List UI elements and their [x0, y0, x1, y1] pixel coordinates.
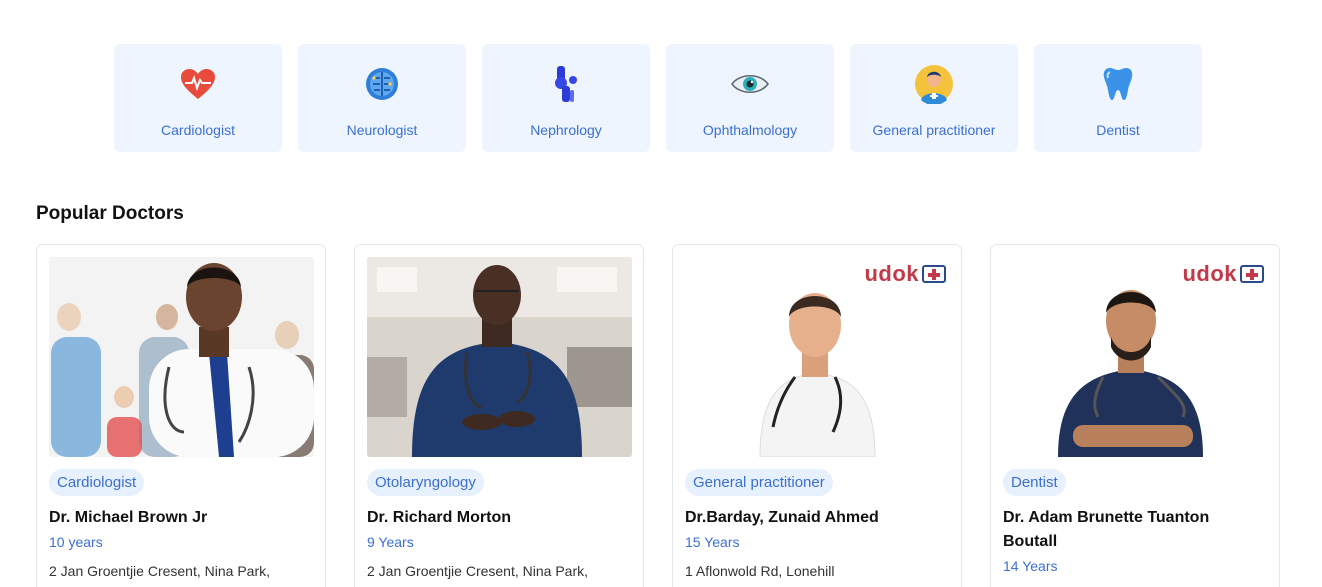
- doctor-specialty-tag: Dentist: [1003, 469, 1066, 496]
- doctor-name: Dr. Michael Brown Jr: [49, 509, 208, 526]
- doctor-card[interactable]: Cardiologist Dr. Michael Brown Jr 10 yea…: [36, 244, 326, 587]
- doctor-list: Cardiologist Dr. Michael Brown Jr 10 yea…: [36, 244, 1280, 587]
- doctor-address: 2 Jan Groentjie Cresent, Nina Park, Pret…: [367, 563, 588, 587]
- doctor-photo: udok: [685, 257, 950, 457]
- doctor-experience: 14 Years: [1003, 558, 1058, 574]
- udok-logo: udok: [864, 261, 946, 287]
- doctor-specialty-tag: Cardiologist: [49, 469, 145, 496]
- doctor-card[interactable]: udok Dentist Dr. Adam Brunette Tuanton B…: [990, 244, 1280, 587]
- doctor-photo: [49, 257, 314, 457]
- doctor-experience: 10 years: [49, 534, 103, 550]
- section-title-popular-doctors: Popular Doctors: [36, 203, 184, 224]
- doctor-specialty-tag: Otolaryngology: [367, 469, 484, 496]
- eye-icon: [730, 64, 770, 104]
- doctor-photo: [367, 257, 632, 457]
- doctor-experience: 9 Years: [367, 534, 414, 550]
- doctor-card[interactable]: udok General practitioner Dr.Barday, Zun…: [672, 244, 962, 587]
- medical-cross-icon: [1240, 265, 1264, 283]
- tooth-icon: [1098, 64, 1138, 104]
- specialty-label: General practitioner: [872, 122, 996, 138]
- doctor-photo: udok: [1003, 257, 1268, 457]
- udok-logo-text: udok: [864, 261, 919, 286]
- specialty-card-cardiologist[interactable]: Cardiologist: [114, 44, 282, 152]
- page: Cardiologist Neurologist Nephrology Opht…: [0, 0, 1322, 587]
- specialty-label: Cardiologist: [161, 122, 235, 138]
- udok-logo-text: udok: [1182, 261, 1237, 286]
- specialty-label: Ophthalmology: [702, 122, 798, 138]
- specialty-label: Nephrology: [530, 122, 602, 138]
- specialty-list: Cardiologist Neurologist Nephrology Opht…: [114, 44, 1202, 152]
- specialty-card-dentist[interactable]: Dentist: [1034, 44, 1202, 152]
- doctor-specialty-tag: General practitioner: [685, 469, 833, 496]
- knee-joint-icon: [546, 64, 586, 104]
- specialty-card-neurologist[interactable]: Neurologist: [298, 44, 466, 152]
- doctor-avatar-icon: [914, 64, 954, 104]
- doctor-address: 2 Jan Groentjie Cresent, Nina Park, Pret…: [49, 563, 270, 587]
- doctor-experience: 15 Years: [685, 534, 740, 550]
- brain-icon: [362, 64, 402, 104]
- heart-pulse-icon: [178, 64, 218, 104]
- specialty-label: Dentist: [1096, 122, 1140, 138]
- specialty-label: Neurologist: [346, 122, 418, 138]
- doctor-name: Dr. Adam Brunette Tuanton Boutall: [1003, 509, 1210, 550]
- doctor-card[interactable]: Otolaryngology Dr. Richard Morton 9 Year…: [354, 244, 644, 587]
- specialty-card-nephrology[interactable]: Nephrology: [482, 44, 650, 152]
- udok-logo: udok: [1182, 261, 1264, 287]
- specialty-card-ophthalmology[interactable]: Ophthalmology: [666, 44, 834, 152]
- doctor-address: 1 Aflonwold Rd, Lonehill: [685, 563, 835, 579]
- specialty-card-general-practitioner[interactable]: General practitioner: [850, 44, 1018, 152]
- medical-cross-icon: [922, 265, 946, 283]
- doctor-name: Dr.Barday, Zunaid Ahmed: [685, 509, 879, 526]
- doctor-name: Dr. Richard Morton: [367, 509, 512, 526]
